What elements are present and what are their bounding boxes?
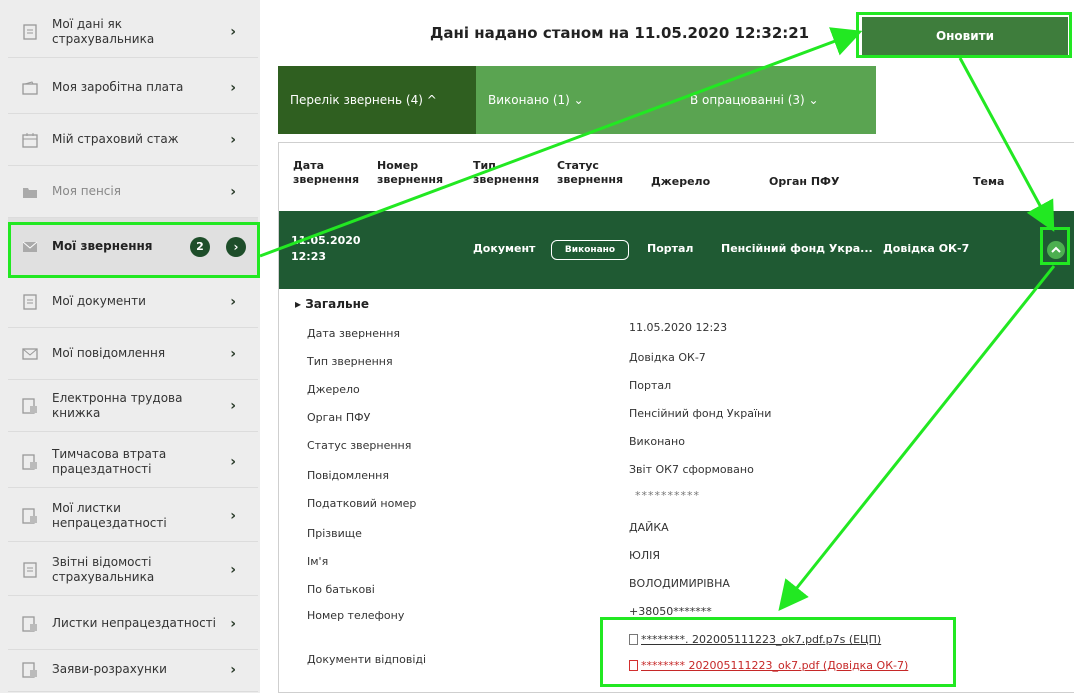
sidebar-item-label: Тимчасова втрата працездатності [52, 446, 167, 476]
row-topic: Довідка ОК-7 [883, 242, 970, 255]
annotation-box-expand [1040, 227, 1070, 265]
sidebar-item-label: Моя пенсія [52, 184, 121, 198]
envelope-icon [20, 344, 40, 364]
chevron-right-icon: › [230, 131, 236, 148]
folder-icon [20, 182, 40, 202]
column-header-date: Дата звернення [293, 159, 360, 186]
detail-value: ЮЛІЯ [629, 549, 661, 562]
detail-label: Прізвище [307, 527, 362, 540]
sheet-icon [20, 660, 40, 680]
sidebar-item-my-messages[interactable]: Мої повідомлення › [8, 328, 258, 380]
document-icon [20, 22, 40, 42]
chevron-right-icon: › [230, 79, 236, 96]
sheet-icon [20, 506, 40, 526]
detail-label: По батькові [307, 583, 375, 596]
wallet-icon [20, 78, 40, 98]
annotation-box-my-requests [8, 222, 260, 278]
column-header-source: Джерело [651, 175, 711, 188]
detail-value: Пенсійний фонд України [629, 407, 772, 420]
detail-label: Орган ПФУ [307, 411, 371, 424]
sidebar-item-label: Мої повідомлення [52, 346, 166, 360]
chevron-right-icon: › [230, 661, 236, 678]
detail-label: Повідомлення [307, 469, 389, 482]
column-header-pfu-office: Орган ПФУ [769, 175, 840, 188]
table-row[interactable]: 11.05.2020 12:23 Документ Виконано Порта… [279, 211, 1074, 289]
book-icon [20, 396, 40, 416]
sidebar-item-salary[interactable]: Моя заробітна плата › [8, 62, 258, 114]
chevron-right-icon: › [230, 345, 236, 362]
detail-value: Довідка ОК-7 [629, 351, 706, 364]
detail-value: 11.05.2020 12:23 [629, 321, 728, 334]
sidebar-item-label: Мої дані як страхувальника [52, 16, 155, 46]
detail-label: Ім'я [307, 555, 329, 568]
sidebar-item-insurer-data[interactable]: Мої дані як страхувальника › [8, 6, 258, 58]
tab-request-list[interactable]: Перелік звернень (4) ^ [278, 66, 476, 134]
sidebar-item-my-documents[interactable]: Мої документи › [8, 276, 258, 328]
chevron-right-icon: › [230, 615, 236, 632]
row-date: 11.05.2020 [291, 234, 361, 247]
status-badge: Виконано [551, 240, 629, 260]
sheet-icon [20, 614, 40, 634]
request-tabs: Перелік звернень (4) ^ Виконано (1) ⌄ В … [278, 66, 876, 134]
sidebar-item-label: Листки непрацездатності [52, 616, 216, 630]
row-pfu-office: Пенсійний фонд Укра... [721, 242, 873, 255]
calendar-icon [20, 130, 40, 150]
annotation-box-refresh [856, 12, 1072, 58]
section-general-label: Загальне [305, 297, 370, 311]
sidebar-item-insurer-reports[interactable]: Звітні відомості страхувальника › [8, 544, 258, 596]
sidebar-item-work-book[interactable]: Електронна трудова книжка › [8, 380, 258, 432]
caret-right-icon: ▸ [295, 297, 302, 311]
row-source: Портал [647, 242, 694, 255]
row-type: Документ [473, 242, 536, 255]
sidebar-item-calculation-requests[interactable]: Заяви-розрахунки › [8, 648, 258, 692]
chevron-right-icon: › [230, 561, 236, 578]
column-header-topic: Тема [973, 175, 1005, 188]
row-time: 12:23 [291, 250, 327, 263]
sheet-icon [20, 452, 40, 472]
detail-value: ********** [635, 489, 700, 502]
sidebar-item-label: Мої документи [52, 294, 146, 308]
detail-value: ДАЙКА [629, 521, 669, 534]
detail-label: Дата звернення [307, 327, 401, 340]
sidebar-item-my-sick-leaves[interactable]: Мої листки непрацездатності › [8, 490, 258, 542]
sidebar-item-label: Мій страховий стаж [52, 132, 179, 146]
requests-table: Дата звернення Номер звернення Тип зверн… [278, 142, 1074, 693]
sidebar-item-pension[interactable]: Моя пенсія › [8, 166, 258, 218]
detail-label: Податковий номер [307, 497, 417, 510]
annotation-box-documents [600, 617, 956, 687]
tab-completed[interactable]: Виконано (1) ⌄ [488, 66, 584, 134]
chevron-right-icon: › [230, 397, 236, 414]
chevron-right-icon: › [230, 23, 236, 40]
tab-in-progress[interactable]: В опрацюванні (3) ⌄ [690, 66, 819, 134]
sidebar-item-label: Мої листки непрацездатності [52, 500, 167, 530]
detail-value: ВОЛОДИМИРІВНА [629, 577, 730, 590]
sidebar-item-label: Електронна трудова книжка [52, 390, 183, 420]
sidebar: Мої дані як страхувальника › Моя заробіт… [0, 0, 260, 693]
detail-label: Тип звернення [307, 355, 393, 368]
column-header-number: Номер звернення [377, 159, 444, 186]
detail-label: Статус звернення [307, 439, 412, 452]
sidebar-item-label: Моя заробітна плата [52, 80, 184, 94]
sidebar-item-insurance-record[interactable]: Мій страховий стаж › [8, 114, 258, 166]
sidebar-item-sick-leaves[interactable]: Листки непрацездатності › [8, 598, 258, 650]
document-icon [20, 292, 40, 312]
section-general[interactable]: ▸ Загальне [295, 297, 369, 311]
page-title: Дані надано станом на 11.05.2020 12:32:2… [430, 24, 810, 42]
chevron-right-icon: › [230, 453, 236, 470]
sidebar-item-label: Звітні відомості страхувальника [52, 554, 155, 584]
detail-value: Виконано [629, 435, 685, 448]
detail-value: Звіт ОК7 сформовано [629, 463, 754, 476]
sidebar-item-label: Заяви-розрахунки [52, 662, 167, 676]
detail-label: Номер телефону [307, 609, 405, 622]
detail-value: Портал [629, 379, 672, 392]
chevron-right-icon: › [230, 183, 236, 200]
detail-label: Джерело [307, 383, 360, 396]
column-header-type: Тип звернення [473, 159, 540, 186]
chevron-right-icon: › [230, 293, 236, 310]
sidebar-item-temporary-disability[interactable]: Тимчасова втрата працездатності › [8, 436, 258, 488]
chevron-right-icon: › [230, 507, 236, 524]
document-icon [20, 560, 40, 580]
column-header-status: Статус звернення [557, 159, 624, 186]
detail-label: Документи відповіді [307, 653, 427, 666]
